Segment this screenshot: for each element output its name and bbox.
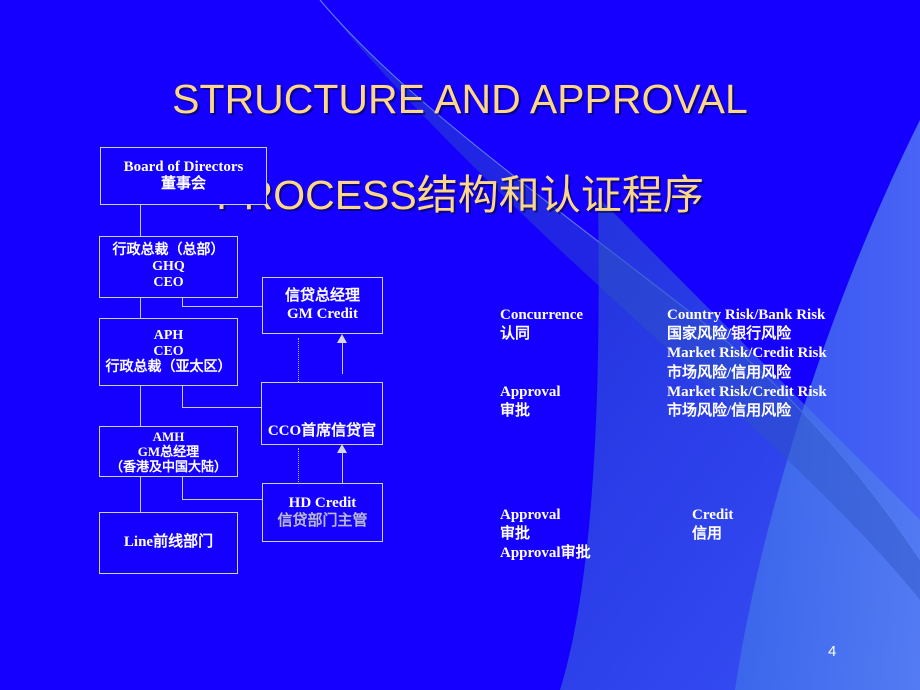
legend-top-left-line-5: Approval [500, 383, 561, 400]
connector-board-to-ghq [140, 204, 141, 237]
slide-canvas: STRUCTURE AND APPROVAL PROCESS结构和认证程序 Bo… [0, 0, 920, 690]
legend-bottom-right-line-2: 信用 [692, 526, 723, 543]
node-ghq-ceo[interactable]: 行政总裁（总部） GHQ CEO [99, 236, 238, 298]
connector-aph-to-cco [182, 407, 262, 408]
legend-top-right-line-3: Market Risk/Credit Risk [667, 345, 827, 362]
legend-top-right-column: Country Risk/Bank Risk 国家风险/银行风险 Market … [667, 306, 827, 421]
connector-aph-stub-down [182, 386, 183, 408]
connector-amh-stub-down [182, 476, 183, 500]
node-amh-line-1: AMH [152, 428, 185, 444]
node-ghq-line-1: 行政总裁（总部） [112, 242, 225, 258]
node-amh-line-3: （香港及中国大陆） [109, 459, 227, 475]
arrow-head-cco-to-gm [337, 334, 347, 343]
node-ghq-line-3: CEO [153, 275, 184, 291]
node-board-line-1: Board of Directors [123, 158, 244, 175]
node-board-of-directors[interactable]: Board of Directors 董事会 [100, 147, 267, 205]
node-aph-line-3: 行政总裁（亚太区） [105, 360, 232, 376]
dotted-guide-upper [298, 338, 300, 382]
node-cco-label: CCO首席信贷官 [267, 422, 377, 439]
legend-bottom-left-line-2: 审批 [500, 526, 531, 543]
node-aph-line-2: CEO [153, 343, 184, 359]
legend-top-left-line-2: 认同 [500, 326, 531, 343]
legend-top-left-line-4 [500, 364, 583, 383]
connector-amh-to-hdcredit [182, 499, 263, 500]
node-amh-gm[interactable]: AMH GM总经理 （香港及中国大陆） [99, 426, 238, 477]
legend-top-right-line-5: Market Risk/Credit Risk [667, 383, 827, 400]
node-line-label: Line前线部门 [123, 534, 214, 551]
legend-top-right-line-4: 市场风险/信用风险 [667, 364, 792, 381]
legend-top-left-line-3 [500, 344, 583, 363]
node-line-frontline[interactable]: Line前线部门 [99, 512, 238, 574]
legend-top-right-line-2: 国家风险/银行风险 [667, 326, 792, 343]
node-hd-credit[interactable]: HD Credit 信贷部门主管 [262, 483, 383, 542]
connector-aph-to-amh [140, 386, 141, 426]
connector-ghq-to-gmcredit [182, 306, 263, 307]
legend-top-right-line-1: Country Risk/Bank Risk [667, 307, 826, 323]
node-amh-line-2: GM总经理 [137, 443, 200, 459]
node-aph-line-1: APH [153, 327, 184, 343]
node-gm-credit-line-2: GM Credit [287, 305, 358, 322]
node-aph-ceo[interactable]: APH CEO 行政总裁（亚太区） [99, 318, 238, 386]
arrow-head-hd-to-cco [337, 444, 347, 453]
legend-bottom-left-line-1: Approval [500, 507, 561, 523]
legend-top-right-line-6: 市场风险/信用风险 [667, 402, 792, 419]
node-cco[interactable]: CCO首席信贷官 [261, 382, 383, 445]
legend-bottom-right-column: Credit 信用 [692, 506, 733, 544]
node-hd-credit-line-2: 信贷部门主管 [277, 512, 368, 529]
legend-top-left-column: Concurrence 认同 Approval 审批 [500, 306, 583, 421]
node-ghq-line-2: GHQ [152, 258, 185, 274]
arrow-shaft-hd-to-cco [342, 452, 343, 484]
page-number: 4 [828, 643, 837, 660]
legend-bottom-right-line-1: Credit [692, 507, 734, 523]
dotted-guide-lower [298, 448, 300, 484]
node-gm-credit-line-1: 信贷总经理 [284, 288, 360, 305]
legend-top-left-line-1: Concurrence [500, 307, 584, 323]
node-hd-credit-line-1: HD Credit [288, 495, 357, 512]
arrow-shaft-cco-to-gm [342, 342, 343, 374]
connector-ghq-to-aph [140, 297, 141, 319]
legend-bottom-left-line-3: Approval审批 [500, 545, 591, 562]
node-gm-credit[interactable]: 信贷总经理 GM Credit [262, 277, 383, 334]
legend-top-left-line-6: 审批 [500, 402, 531, 419]
legend-bottom-left-column: Approval 审批 Approval审批 [500, 506, 591, 564]
connector-amh-to-line [140, 476, 141, 512]
node-board-line-2: 董事会 [160, 176, 206, 192]
